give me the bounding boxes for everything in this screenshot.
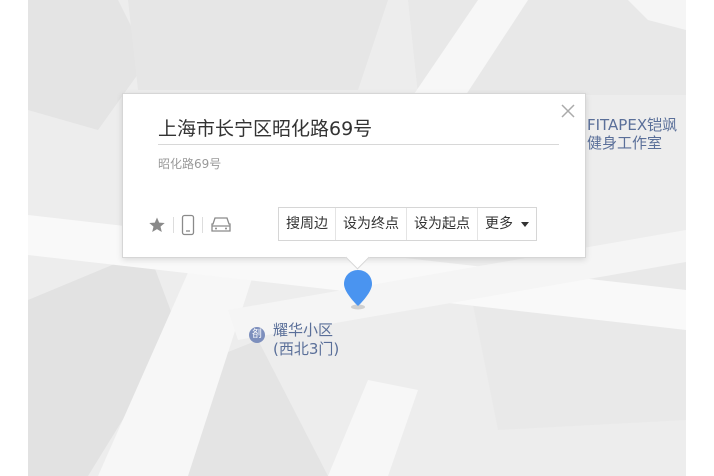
more-dropdown-button[interactable]: 更多 <box>478 208 536 240</box>
poi-yaohua-label[interactable]: 耀华小区 (西北3门) <box>273 321 339 359</box>
taxi-icon[interactable] <box>210 213 232 237</box>
residential-poi-icon[interactable]: 㓢 <box>249 327 265 343</box>
popup-tool-icons <box>148 213 232 237</box>
more-label: 更多 <box>485 216 513 232</box>
phone-icon[interactable] <box>181 213 195 237</box>
title-divider <box>158 144 559 145</box>
star-icon[interactable] <box>148 213 166 237</box>
popup-subtitle: 昭化路69号 <box>158 157 222 171</box>
set-destination-button[interactable]: 设为终点 <box>336 208 407 240</box>
poi-yaohua-name: 耀华小区 <box>273 321 334 339</box>
search-nearby-button[interactable]: 搜周边 <box>279 208 336 240</box>
poi-fitapex-name2: 健身工作室 <box>587 134 663 152</box>
poi-fitapex-label[interactable]: FITAPEX铠飒 健身工作室 <box>587 116 677 152</box>
poi-yaohua-name2: (西北3门) <box>273 340 340 358</box>
close-icon[interactable] <box>560 103 576 119</box>
location-info-popup: 上海市长宁区昭化路69号 昭化路69号 搜周边 设为终点 设为起点 更多 <box>122 93 586 270</box>
popup-title: 上海市长宁区昭化路69号 <box>158 118 373 140</box>
chevron-down-icon <box>521 221 529 227</box>
poi-fitapex-name: FITAPEX铠飒 <box>587 116 678 134</box>
popup-action-buttons: 搜周边 设为终点 设为起点 更多 <box>278 207 537 241</box>
set-origin-button[interactable]: 设为起点 <box>407 208 478 240</box>
icon-separator <box>173 217 174 233</box>
icon-separator <box>202 217 203 233</box>
